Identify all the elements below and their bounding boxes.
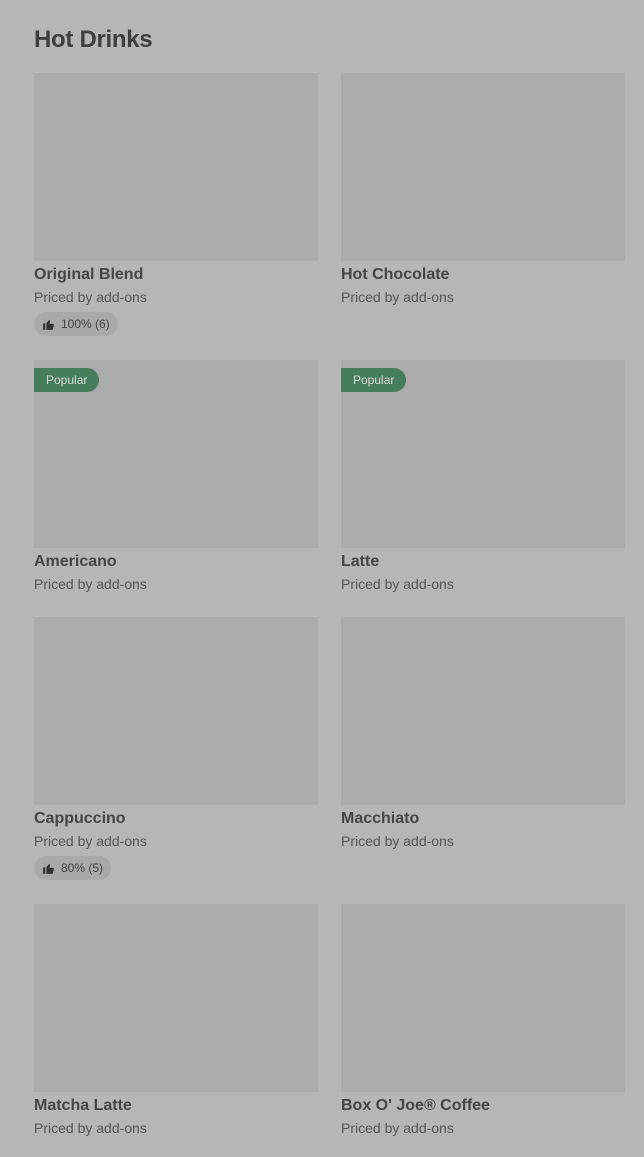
- item-name: Cappuccino: [34, 810, 126, 827]
- item-name: Americano: [34, 553, 117, 570]
- rating-text: 100% (6): [61, 317, 110, 331]
- item-price: Priced by add-ons: [34, 1120, 147, 1136]
- menu-item-card[interactable]: Box O' Joe® Coffee Priced by add-ons: [341, 904, 625, 1136]
- item-image[interactable]: [34, 904, 318, 1092]
- menu-item-card[interactable]: Hot Chocolate Priced by add-ons: [341, 73, 625, 305]
- section-title: Hot Drinks: [34, 26, 153, 53]
- item-name: Original Blend: [34, 266, 144, 283]
- rating-text: 80% (5): [61, 861, 104, 875]
- item-price: Priced by add-ons: [341, 289, 454, 305]
- menu-item-card[interactable]: Popular Americano Priced by add-ons: [34, 360, 318, 592]
- item-image[interactable]: [341, 617, 625, 805]
- thumbs-up-icon: [43, 863, 54, 874]
- item-name: Latte: [341, 553, 380, 570]
- menu-item-card[interactable]: Popular Latte Priced by add-ons: [341, 360, 625, 592]
- item-image[interactable]: [341, 904, 625, 1092]
- item-name: Hot Chocolate: [341, 266, 450, 283]
- rating-badge: 100% (6): [34, 312, 118, 336]
- item-price: Priced by add-ons: [34, 576, 147, 592]
- item-price: Priced by add-ons: [341, 833, 454, 849]
- item-image[interactable]: Popular: [34, 360, 318, 548]
- item-image[interactable]: [34, 617, 318, 805]
- rating-badge: 80% (5): [34, 856, 112, 880]
- menu-item-card[interactable]: Matcha Latte Priced by add-ons: [34, 904, 318, 1136]
- item-image[interactable]: [341, 73, 625, 261]
- item-price: Priced by add-ons: [34, 289, 147, 305]
- item-image[interactable]: Popular: [341, 360, 625, 548]
- popular-badge: Popular: [34, 368, 100, 392]
- thumbs-up-icon: [43, 319, 54, 330]
- item-name: Box O' Joe® Coffee: [341, 1097, 490, 1114]
- item-price: Priced by add-ons: [341, 576, 454, 592]
- menu-item-card[interactable]: Macchiato Priced by add-ons: [341, 617, 625, 849]
- popular-badge: Popular: [341, 368, 407, 392]
- item-image[interactable]: [34, 73, 318, 261]
- menu-item-card[interactable]: Cappuccino Priced by add-ons 80% (5): [34, 617, 318, 880]
- item-name: Macchiato: [341, 810, 420, 827]
- item-price: Priced by add-ons: [34, 833, 147, 849]
- item-price: Priced by add-ons: [341, 1120, 454, 1136]
- menu-item-card[interactable]: Original Blend Priced by add-ons 100% (6…: [34, 73, 318, 336]
- item-name: Matcha Latte: [34, 1097, 132, 1114]
